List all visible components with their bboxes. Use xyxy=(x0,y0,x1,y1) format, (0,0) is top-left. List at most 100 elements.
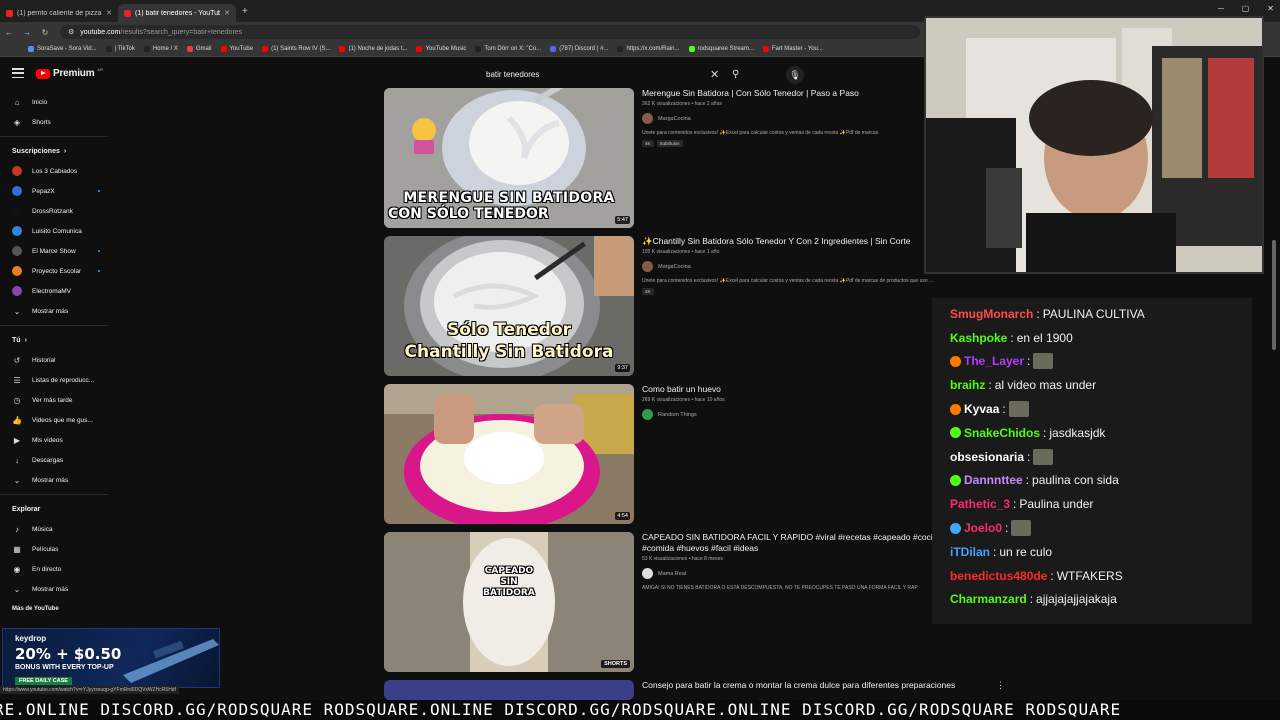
channel-avatar[interactable] xyxy=(642,113,653,124)
search-input[interactable]: batir tenedores xyxy=(478,70,710,79)
sidebar-item[interactable]: ↺ Historial xyxy=(0,350,116,370)
chat-username[interactable]: SmugMonarch xyxy=(950,307,1033,321)
subscription-item[interactable]: PepazX xyxy=(0,181,116,201)
chat-username[interactable]: Pathetic_3 xyxy=(950,497,1010,511)
close-tab-icon[interactable]: ✕ xyxy=(224,9,230,17)
video-result[interactable]: Sólo Tenedor Chantilly Sin Batidora 9:37… xyxy=(384,236,964,376)
bookmark-item[interactable]: SoraSave - Sora Vid... xyxy=(28,46,97,52)
forward-icon[interactable]: → xyxy=(18,28,36,37)
video-result[interactable]: CAPEADO SIN BATIDORA SHORTS CAPEADO SIN … xyxy=(384,532,964,672)
bookmark-item[interactable]: (1) Saints Row IV (S... xyxy=(262,46,330,52)
video-thumbnail[interactable]: Sólo Tenedor Chantilly Sin Batidora 9:37 xyxy=(384,236,634,376)
maximize-icon[interactable]: ▢ xyxy=(1242,4,1250,13)
chat-username[interactable]: Joelo0 xyxy=(964,521,1002,535)
channel-name[interactable]: MargaCocina xyxy=(658,264,691,270)
site-info-icon[interactable]: ⚙ xyxy=(68,28,74,36)
chat-username[interactable]: benedictus480de xyxy=(950,569,1047,583)
channel-avatar xyxy=(12,246,22,256)
chat-username[interactable]: braihz xyxy=(950,378,985,392)
channel-avatar[interactable] xyxy=(642,261,653,272)
bookmark-item[interactable]: rodsquaree Stream... xyxy=(688,46,754,52)
sidebar-item[interactable]: ♪ Música xyxy=(0,519,116,539)
subscriptions-heading[interactable]: Suscripciones › xyxy=(0,141,116,161)
bookmark-item[interactable]: (1) Noche de jodas t... xyxy=(339,46,407,52)
video-title[interactable]: CAPEADO SIN BATIDORA FACIL Y RAPIDO #vir… xyxy=(642,532,962,554)
subscription-item[interactable]: Proyecto Escolar xyxy=(0,261,116,281)
bookmark-item[interactable]: | TikTok xyxy=(105,46,135,52)
channel-name[interactable]: Mama Real xyxy=(658,571,686,577)
show-more-you-button[interactable]: ⌄ Mostrar más xyxy=(0,470,116,490)
back-icon[interactable]: ← xyxy=(0,28,18,37)
sidebar-item[interactable]: ◉ En directo xyxy=(0,559,116,579)
video-title[interactable]: Como batir un huevo xyxy=(642,384,962,395)
bookmark-item[interactable]: YouTube xyxy=(220,46,253,52)
sidebar-item[interactable]: ▶ Mis videos xyxy=(0,430,116,450)
sidebar-item[interactable]: ▦ Películas xyxy=(0,539,116,559)
sidebar-item[interactable]: ↓ Descargas xyxy=(0,450,116,470)
video-result[interactable]: Consejo para batir la crema o montar la … xyxy=(384,680,1005,700)
channel-row[interactable]: MargaCocina xyxy=(642,113,962,124)
video-result[interactable]: 4:54 Como batir un huevo 269 K visualiza… xyxy=(384,384,964,524)
chat-username[interactable]: obsesionaria xyxy=(950,450,1024,464)
bookmark-item[interactable]: https://x.com/Rain... xyxy=(617,46,680,52)
show-more-subs-button[interactable]: ⌄ Mostrar más xyxy=(0,301,116,321)
chat-username[interactable]: iTDilan xyxy=(950,545,990,559)
video-thumbnail[interactable]: MERENGUE SIN BATIDORA CON SÓLO TENEDOR 5… xyxy=(384,88,634,228)
chat-username[interactable]: SnakeChidos xyxy=(964,426,1040,440)
bookmark-item[interactable]: (787) Discord | #... xyxy=(550,46,608,52)
subscription-item[interactable]: Los 3 Cabiados xyxy=(0,161,116,181)
bookmark-item[interactable]: Tom Dörr on X: "Co... xyxy=(475,46,541,52)
page-scrollbar[interactable] xyxy=(1272,240,1276,350)
bookmark-item[interactable]: Gmail xyxy=(186,46,212,52)
bookmark-item[interactable]: YouTube Music xyxy=(416,46,466,52)
chat-username[interactable]: Dannnttee xyxy=(964,473,1023,487)
you-heading[interactable]: Tú › xyxy=(0,330,116,350)
sidebar-item[interactable]: ◷ Ver más tarde xyxy=(0,390,116,410)
subscription-item[interactable]: ElectromaMV xyxy=(0,281,116,301)
search-icon[interactable]: ⚲ xyxy=(732,69,748,80)
chat-username[interactable]: The_Layer xyxy=(964,354,1024,368)
show-more-explore-button[interactable]: ⌄ Mostrar más xyxy=(0,579,116,599)
video-thumbnail[interactable]: 4:54 xyxy=(384,384,634,524)
youtube-logo[interactable]: Premium AR xyxy=(36,67,103,79)
video-thumbnail[interactable]: CAPEADO SIN BATIDORA SHORTS xyxy=(384,532,634,672)
browser-tab-active[interactable]: (1) batir tenedores - YouTube ✕ xyxy=(118,4,236,22)
new-tab-icon[interactable]: + xyxy=(236,6,254,17)
channel-name[interactable]: MargaCocina xyxy=(658,116,691,122)
chat-username[interactable]: Charmanzard xyxy=(950,592,1027,606)
video-result[interactable]: MERENGUE SIN BATIDORA CON SÓLO TENEDOR 5… xyxy=(384,88,964,228)
bookmark-item[interactable]: Home / X xyxy=(143,46,178,52)
channel-name[interactable]: Random Things xyxy=(658,412,697,418)
video-title[interactable]: ✨Chantilly Sin Batidora Sólo Tenedor Y C… xyxy=(642,236,962,247)
subscription-label: ElectromaMV xyxy=(32,287,72,295)
subscription-item[interactable]: DrossRotzank xyxy=(0,201,116,221)
video-title[interactable]: Consejo para batir la crema o montar la … xyxy=(642,680,962,691)
sidebar-item[interactable]: ☰ Listas de reproducc... xyxy=(0,370,116,390)
close-window-icon[interactable]: ✕ xyxy=(1267,4,1274,13)
sidebar-item[interactable]: ◈ Shorts xyxy=(0,112,116,132)
sidebar-item[interactable]: ⌂ Inicio xyxy=(0,92,116,112)
address-bar[interactable]: ⚙ youtube.com/results?search_query=batir… xyxy=(60,25,920,39)
reload-icon[interactable]: ↻ xyxy=(36,28,54,37)
microphone-icon[interactable]: 🎙 xyxy=(786,66,804,84)
menu-icon[interactable] xyxy=(12,68,24,78)
channel-avatar[interactable] xyxy=(642,409,653,420)
sidebar-item[interactable]: 👍 Videos que me gus... xyxy=(0,410,116,430)
close-tab-icon[interactable]: ✕ xyxy=(106,9,112,17)
clear-search-icon[interactable]: ✕ xyxy=(710,68,726,81)
more-options-icon[interactable]: ⋮ xyxy=(996,680,1005,691)
channel-row[interactable]: Mama Real xyxy=(642,568,962,579)
video-thumbnail[interactable] xyxy=(384,680,634,700)
channel-row[interactable]: MargaCocina xyxy=(642,261,962,272)
video-title[interactable]: Merengue Sin Batidora | Con Sólo Tenedor… xyxy=(642,88,962,99)
chat-colon: : xyxy=(1025,473,1030,488)
minimize-icon[interactable]: ─ xyxy=(1218,4,1224,13)
chat-username[interactable]: Kyvaa xyxy=(964,402,999,416)
channel-avatar[interactable] xyxy=(642,568,653,579)
subscription-item[interactable]: El Marce Show xyxy=(0,241,116,261)
chat-username[interactable]: Kashpoke xyxy=(950,331,1007,345)
bookmark-item[interactable]: Fart Master - You... xyxy=(762,46,823,52)
channel-row[interactable]: Random Things xyxy=(642,409,962,420)
browser-tab[interactable]: (1) perrito caliente de pizza a l ✕ xyxy=(0,4,118,22)
subscription-item[interactable]: Luisito Comunica xyxy=(0,221,116,241)
